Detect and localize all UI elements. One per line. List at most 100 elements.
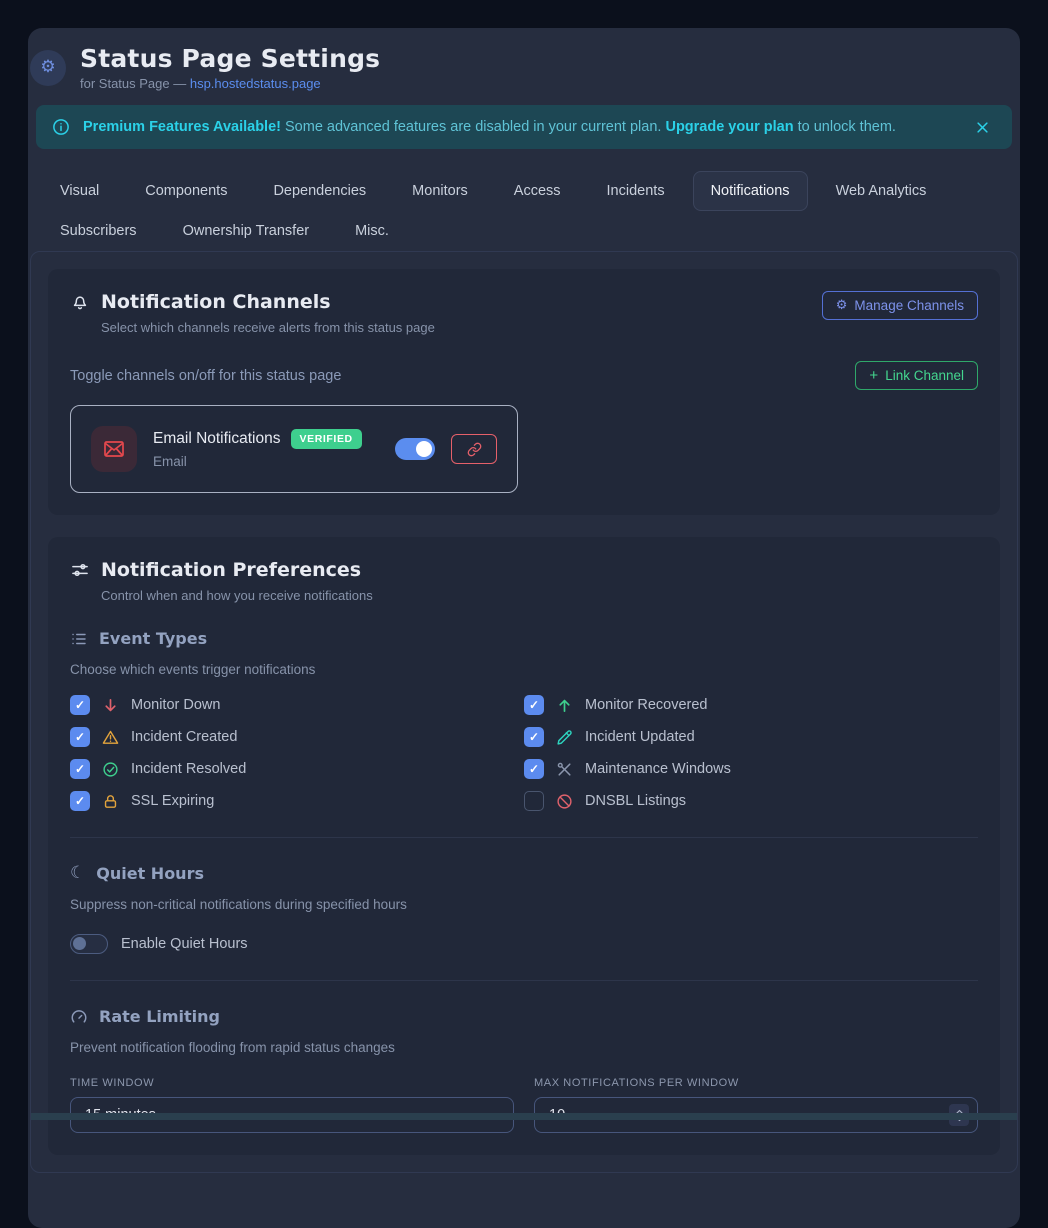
rate-limiting-title: Rate Limiting xyxy=(99,1007,220,1026)
verified-badge: VERIFIED xyxy=(291,429,362,449)
event-type-row: ✓ Maintenance Windows xyxy=(524,759,978,779)
settings-avatar: ⚙ xyxy=(30,50,66,86)
channels-title: Notification Channels xyxy=(101,291,331,313)
sliders-icon xyxy=(70,560,90,580)
event-checkbox[interactable]: ✓ xyxy=(70,759,90,779)
quiet-hours-title: Quiet Hours xyxy=(96,864,204,883)
email-channel-toggle[interactable] xyxy=(395,438,435,460)
bell-icon xyxy=(70,292,90,312)
pencil-icon xyxy=(556,729,573,746)
notification-channels-card: Notification Channels Select which chann… xyxy=(48,269,1000,515)
event-label: Incident Created xyxy=(131,729,237,745)
tab-misc[interactable]: Misc. xyxy=(337,211,407,251)
event-label: SSL Expiring xyxy=(131,793,214,809)
preferences-heading-block: Notification Preferences Control when an… xyxy=(70,559,373,603)
banner-body: Some advanced features are disabled in y… xyxy=(285,119,661,135)
banner-title: Premium Features Available! xyxy=(83,119,281,135)
max-notifications-label: MAX NOTIFICATIONS PER WINDOW xyxy=(534,1077,978,1089)
chain-link-icon xyxy=(467,442,482,457)
tab-subscribers[interactable]: Subscribers xyxy=(42,211,155,251)
upgrade-plan-link[interactable]: Upgrade your plan xyxy=(665,119,793,135)
moon-icon: ☾ xyxy=(70,865,85,882)
preferences-title: Notification Preferences xyxy=(101,559,361,581)
arrow-up-icon xyxy=(556,697,573,714)
tab-incidents[interactable]: Incidents xyxy=(589,171,683,211)
max-notifications-field: MAX NOTIFICATIONS PER WINDOW xyxy=(534,1077,978,1133)
channel-type: Email xyxy=(153,454,362,469)
settings-tabs: VisualComponentsDependenciesMonitorsAcce… xyxy=(28,171,1020,251)
rate-limiting-fields: TIME WINDOW 15 minutes MAX NOTIFICATIONS… xyxy=(70,1077,978,1133)
event-types-heading: Event Types xyxy=(70,629,978,648)
event-type-row: ✓ Monitor Recovered xyxy=(524,695,978,715)
status-page-link[interactable]: hsp.hostedstatus.page xyxy=(190,76,321,91)
tab-visual[interactable]: Visual xyxy=(42,171,117,211)
partially-visible-element xyxy=(31,1113,1017,1120)
section-divider xyxy=(70,980,978,981)
banner-close-button[interactable] xyxy=(971,116,994,139)
event-label: DNSBL Listings xyxy=(585,793,686,809)
quiet-hours-toggle[interactable] xyxy=(70,934,108,954)
list-icon xyxy=(70,630,88,648)
link-channel-button[interactable]: + Link Channel xyxy=(855,361,978,390)
event-type-row: DNSBL Listings xyxy=(524,791,978,811)
lock-icon xyxy=(102,793,119,810)
event-label: Maintenance Windows xyxy=(585,761,731,777)
event-checkbox[interactable] xyxy=(524,791,544,811)
gauge-icon xyxy=(70,1008,88,1026)
preferences-subtitle: Control when and how you receive notific… xyxy=(101,588,373,603)
event-label: Monitor Recovered xyxy=(585,697,708,713)
channel-link-button[interactable] xyxy=(451,434,497,464)
event-type-row: ✓ Incident Updated xyxy=(524,727,978,747)
channels-subtitle: Select which channels receive alerts fro… xyxy=(101,320,435,335)
premium-banner: Premium Features Available! Some advance… xyxy=(36,105,1012,149)
tab-notifications[interactable]: Notifications xyxy=(693,171,808,211)
envelope-icon xyxy=(102,437,126,461)
page-header: ⚙ Status Page Settings for Status Page —… xyxy=(28,40,1020,91)
page-header-text: Status Page Settings for Status Page — h… xyxy=(80,44,380,91)
page-title: Status Page Settings xyxy=(80,44,380,73)
quiet-hours-row: Enable Quiet Hours xyxy=(70,934,978,954)
email-channel-card: Email Notifications VERIFIED Email xyxy=(70,405,518,493)
event-types-description: Choose which events trigger notification… xyxy=(70,662,978,677)
notification-preferences-card: Notification Preferences Control when an… xyxy=(48,537,1000,1155)
close-icon xyxy=(975,120,990,135)
rate-limiting-heading: Rate Limiting xyxy=(70,1007,978,1026)
tab-access[interactable]: Access xyxy=(496,171,579,211)
banner-message: Premium Features Available! Some advance… xyxy=(83,119,896,135)
event-checkbox[interactable]: ✓ xyxy=(70,727,90,747)
event-checkbox[interactable]: ✓ xyxy=(70,695,90,715)
time-window-field: TIME WINDOW 15 minutes xyxy=(70,1077,514,1133)
channel-controls xyxy=(395,434,497,464)
quiet-hours-toggle-label: Enable Quiet Hours xyxy=(121,936,248,952)
info-icon xyxy=(52,118,70,136)
tab-dependencies[interactable]: Dependencies xyxy=(255,171,384,211)
event-checkbox[interactable]: ✓ xyxy=(70,791,90,811)
event-checkbox[interactable]: ✓ xyxy=(524,695,544,715)
plus-icon: + xyxy=(869,368,878,383)
manage-channels-button[interactable]: ⚙ Manage Channels xyxy=(822,291,978,320)
gear-icon: ⚙ xyxy=(836,299,848,312)
subtitle-prefix: for Status Page — xyxy=(80,76,190,91)
warning-icon xyxy=(102,729,119,746)
tab-ownership-transfer[interactable]: Ownership Transfer xyxy=(165,211,328,251)
event-checkbox[interactable]: ✓ xyxy=(524,759,544,779)
tab-web-analytics[interactable]: Web Analytics xyxy=(818,171,945,211)
event-label: Incident Updated xyxy=(585,729,695,745)
section-divider xyxy=(70,837,978,838)
event-type-row: ✓ SSL Expiring xyxy=(70,791,524,811)
event-type-row: ✓ Monitor Down xyxy=(70,695,524,715)
notifications-tab-panel: Notification Channels Select which chann… xyxy=(30,251,1018,1173)
rate-limiting-description: Prevent notification flooding from rapid… xyxy=(70,1040,978,1055)
tools-icon xyxy=(556,761,573,778)
gear-icon: ⚙ xyxy=(40,59,55,76)
event-label: Monitor Down xyxy=(131,697,220,713)
channel-name: Email Notifications xyxy=(153,430,281,448)
arrow-down-icon xyxy=(102,697,119,714)
event-label: Incident Resolved xyxy=(131,761,246,777)
quiet-hours-heading: ☾ Quiet Hours xyxy=(70,864,978,883)
event-types-grid: ✓ Monitor Down ✓ Monitor Recovered ✓ Incident… xyxy=(70,695,978,811)
event-checkbox[interactable]: ✓ xyxy=(524,727,544,747)
tab-monitors[interactable]: Monitors xyxy=(394,171,486,211)
quiet-hours-description: Suppress non-critical notifications duri… xyxy=(70,897,978,912)
tab-components[interactable]: Components xyxy=(127,171,245,211)
